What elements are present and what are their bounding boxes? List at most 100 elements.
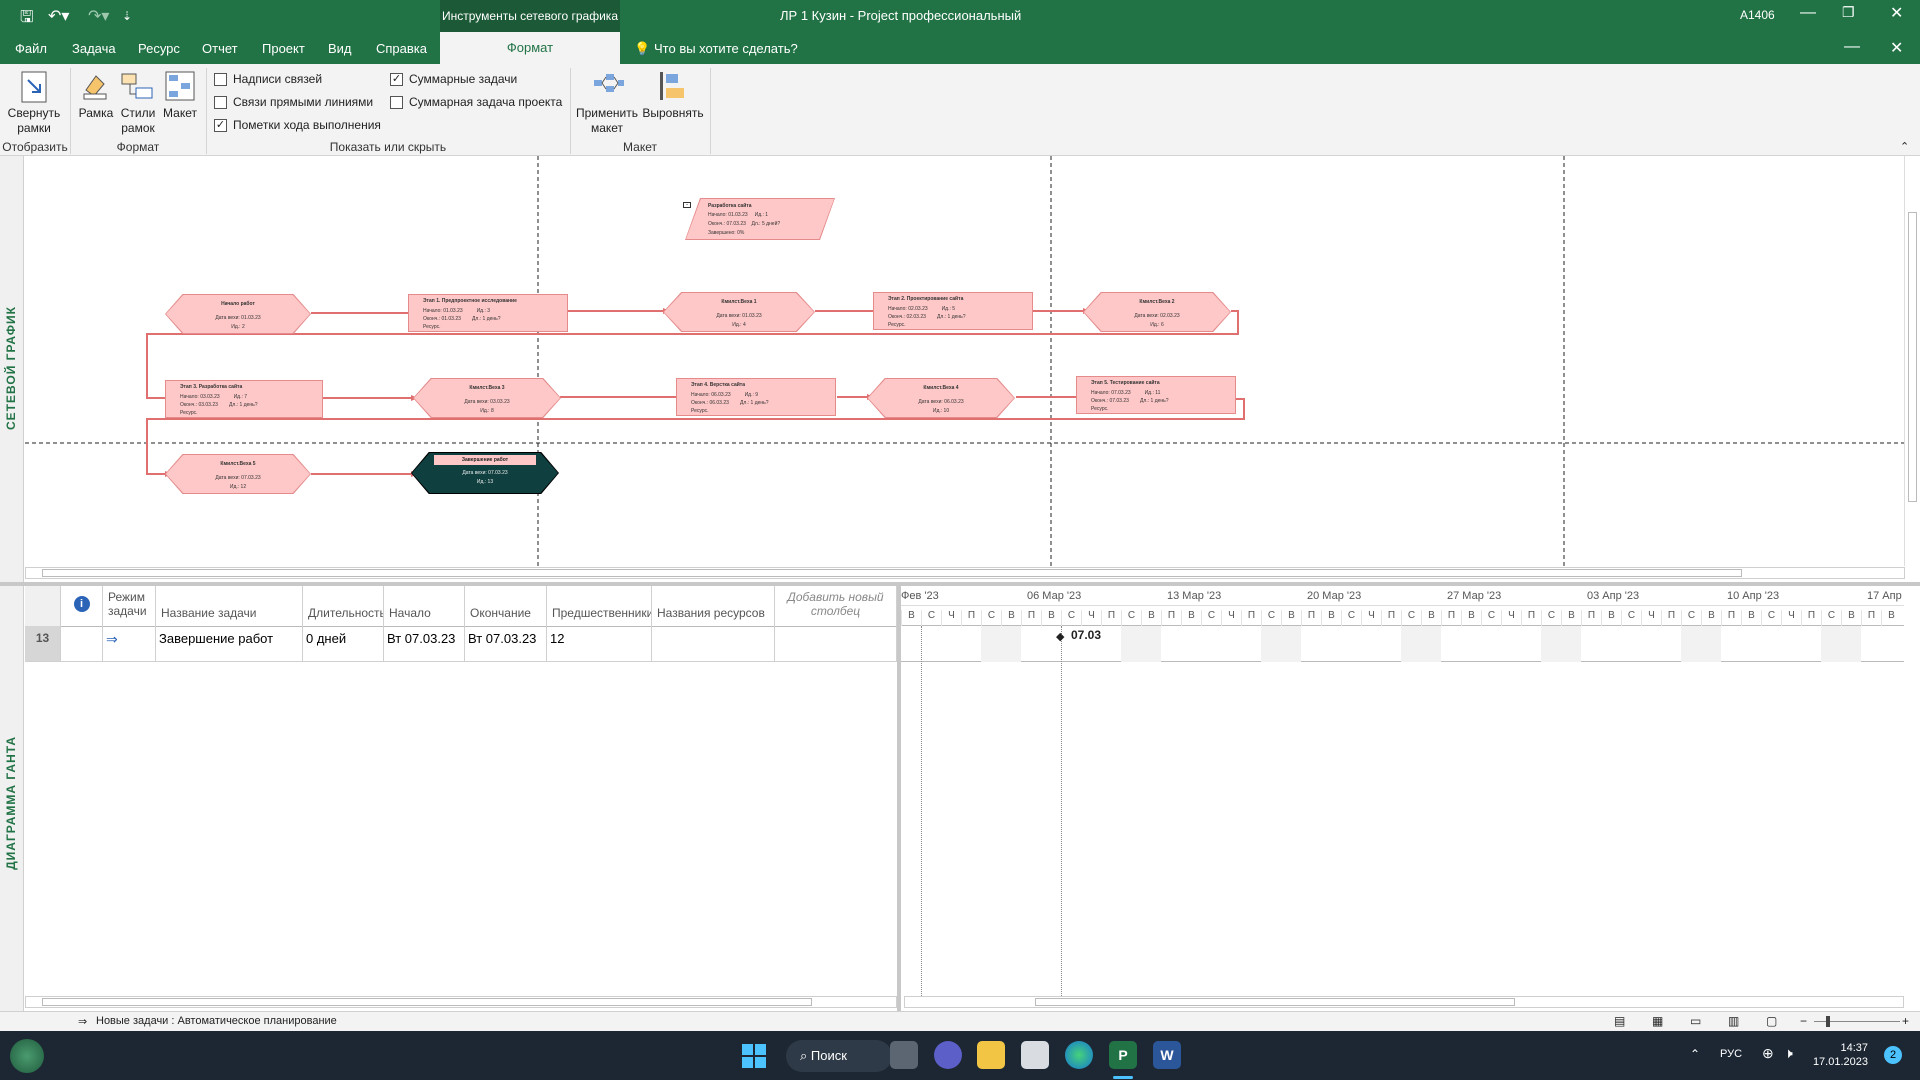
cell-resources[interactable] [652,626,775,662]
cell-task-name[interactable]: Завершение работ [156,626,303,662]
start-orb-icon[interactable] [10,1039,44,1073]
header-resources[interactable]: Названия ресурсов [652,586,775,626]
box-button[interactable]: Рамка [76,106,116,120]
header-add-column[interactable]: Добавить новый столбец [775,586,897,626]
volume-muted-icon[interactable]: 🕨 [1784,1045,1793,1062]
collapse-boxes-button[interactable]: Свернуть рамки [6,106,62,136]
node-stage-2[interactable]: Этап 2. Проектирование сайта Начало: 02.0… [873,292,1033,330]
box-styles-icon[interactable] [120,70,156,103]
row-task-mode[interactable]: ⇒ [103,626,156,662]
node-milestone-1[interactable]: Кмилст.Веха 1 Дата вехи: 01.03.23 Ид.: 4 [663,292,815,332]
task-view-icon[interactable] [890,1041,918,1069]
language-indicator[interactable]: РУС [1720,1048,1742,1060]
vscroll-thumb[interactable] [1908,212,1917,502]
node-stage-1[interactable]: Этап 1. Предпроектное исследование Начало… [408,294,568,332]
zoom-thumb[interactable] [1826,1016,1830,1027]
close-doc-icon[interactable]: ✕ [1890,38,1903,58]
summary-tasks-checkbox[interactable]: ✓ Суммарные задачи [390,72,517,86]
header-duration[interactable]: Длительность [303,586,384,626]
view-resource-sheet-icon[interactable]: ▥ [1728,1014,1739,1028]
undo-icon[interactable]: ↶▾ [48,6,69,26]
network-canvas[interactable]: Разработка сайта Начало: 01.03.23 Ид.: 1… [25,156,1905,566]
node-start-works[interactable]: Начало работ Дата вехи: 01.03.23 Ид.: 2 [165,294,311,334]
header-start[interactable]: Начало [384,586,465,626]
header-task-name[interactable]: Название задачи [156,586,303,626]
notification-badge[interactable]: 2 [1884,1046,1902,1064]
tell-me-search[interactable]: Что вы хотите сделать? [654,41,798,56]
checkbox-box[interactable] [390,95,403,109]
gantt-chart[interactable]: Фев '23 06 Мар '23 13 Мар '23 20 Мар '23… [901,586,1904,996]
customize-qa-icon[interactable]: ⇣ [122,9,132,23]
clock[interactable]: 14:37 17.01.2023 [1812,1041,1868,1069]
windows-start-icon[interactable] [742,1044,766,1068]
table-hscroll[interactable] [25,996,897,1008]
network-hscroll[interactable] [25,567,1905,579]
user-name[interactable]: А1406 [1740,8,1775,22]
select-all-corner[interactable] [25,586,61,626]
summary-task-node[interactable]: Разработка сайта Начало: 01.03.23 Ид.: 1… [685,198,835,240]
layout-icon[interactable] [164,70,196,105]
checkbox-box[interactable] [214,95,227,109]
tab-project[interactable]: Проект [262,41,305,56]
info-column-header[interactable]: i [61,586,103,626]
checkbox-box[interactable]: ✓ [214,118,227,132]
teams-icon[interactable] [934,1041,962,1069]
collapse-summary-icon[interactable]: - [683,202,691,208]
cell-finish[interactable]: Вт 07.03.23 [465,626,547,662]
node-milestone-4[interactable]: Кмилст.Веха 4 Дата вехи: 06.03.23 Ид.: 10 [867,378,1015,418]
word-app-icon[interactable]: W [1153,1041,1181,1069]
cell-duration[interactable]: 0 дней [303,626,384,662]
tab-report[interactable]: Отчет [202,41,238,56]
taskbar-search[interactable]: ⌕ Поиск [786,1040,892,1072]
tab-format[interactable]: Формат [440,32,620,64]
hscroll-thumb[interactable] [42,569,1742,577]
view-gantt-icon[interactable]: ▤ [1614,1014,1625,1028]
network-vscroll[interactable] [1904,156,1920,566]
node-finish-works[interactable]: Завершение работ Дата вехи: 07.03.23 Ид.: … [411,452,559,494]
box-icon[interactable] [80,70,110,103]
gantt-vscroll[interactable] [1904,586,1920,996]
network-icon[interactable]: ⊕ [1762,1045,1774,1062]
chart-hscroll-thumb[interactable] [1035,998,1515,1006]
collapse-boxes-icon[interactable] [14,70,54,106]
straight-links-checkbox[interactable]: Связи прямыми линиями [214,95,373,109]
ribbon-options-icon[interactable]: — [1844,38,1860,56]
tab-resource[interactable]: Ресурс [138,41,180,56]
header-task-mode[interactable]: Режим задачи [103,586,156,626]
box-styles-button[interactable]: Стили рамок [118,106,158,136]
tab-view[interactable]: Вид [328,41,352,56]
minimize-icon[interactable]: — [1800,4,1816,22]
view-network-icon[interactable]: ▭ [1690,1014,1701,1028]
project-summary-checkbox[interactable]: Суммарная задача проекта [390,95,562,109]
layout-button[interactable]: Макет [158,106,202,120]
zoom-in-icon[interactable]: + [1902,1014,1909,1028]
new-tasks-mode[interactable]: Новые задачи : Автоматическое планирован… [96,1015,337,1027]
row-number[interactable]: 13 [25,626,61,662]
explorer-icon[interactable] [977,1041,1005,1069]
cell-start[interactable]: Вт 07.03.23 [384,626,465,662]
tab-help[interactable]: Справка [376,41,427,56]
align-icon[interactable] [658,70,688,105]
redo-icon[interactable]: ↷▾ [88,6,109,26]
zoom-out-icon[interactable]: − [1800,1014,1807,1028]
restore-icon[interactable]: ❐ [1842,4,1855,21]
table-hscroll-thumb[interactable] [42,998,812,1006]
node-stage-5[interactable]: Этап 5. Тестирование сайта Начало: 07.03.… [1076,376,1236,414]
checkbox-box[interactable] [214,72,227,86]
header-predecessors[interactable]: Предшественники [547,586,652,626]
header-finish[interactable]: Окончание [465,586,547,626]
edge-icon[interactable] [1065,1041,1093,1069]
view-report-icon[interactable]: ▢ [1766,1014,1777,1028]
node-stage-3[interactable]: Этап 3. Разработка сайта Начало: 03.03.23… [165,380,323,418]
project-app-icon[interactable]: P [1109,1041,1137,1069]
apply-layout-button[interactable]: Применить макет [572,106,642,136]
tab-task[interactable]: Задача [72,41,116,56]
milestone-diamond-icon[interactable]: ◆ [1056,630,1064,643]
cell-new-column[interactable] [775,626,897,662]
node-milestone-3[interactable]: Кмилст.Веха 3 Дата вехи: 03.03.23 Ид.: 8 [413,378,561,418]
cell-predecessors[interactable]: 12 [547,626,652,662]
progress-marks-checkbox[interactable]: ✓ Пометки хода выполнения [214,118,381,132]
chart-hscroll[interactable] [904,996,1904,1008]
tray-chevron-icon[interactable]: ⌃ [1690,1047,1700,1061]
link-labels-checkbox[interactable]: Надписи связей [214,72,322,86]
